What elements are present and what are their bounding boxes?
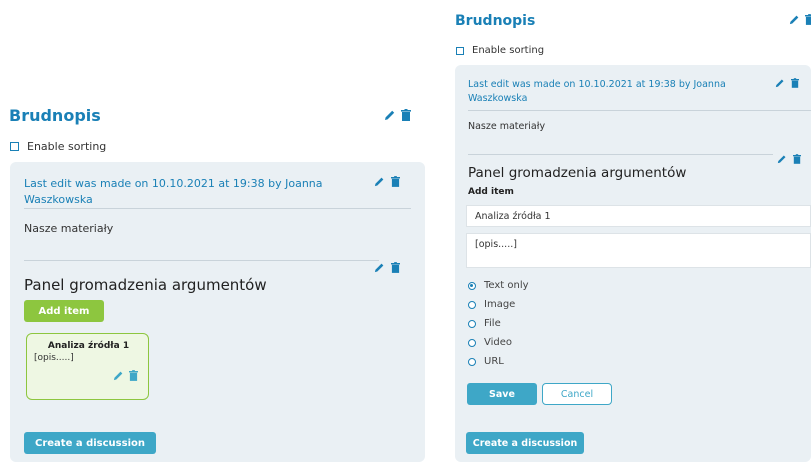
left-panel: Brudnopis Enable sorting Last edit was m… xyxy=(0,0,435,462)
pencil-icon[interactable] xyxy=(374,176,385,187)
page-title: Brudnopis xyxy=(455,13,536,29)
radio-file[interactable]: File xyxy=(468,318,501,329)
pencil-icon[interactable] xyxy=(775,78,785,88)
divider xyxy=(468,154,773,155)
trash-icon[interactable] xyxy=(793,154,801,164)
pencil-icon[interactable] xyxy=(777,154,787,164)
board-card: Last edit was made on 10.10.2021 at 19:3… xyxy=(455,65,811,462)
radio-label: File xyxy=(484,318,501,329)
last-edit-text: Last edit was made on 10.10.2021 at 19:3… xyxy=(24,177,323,206)
create-discussion-button[interactable]: Create a discussion xyxy=(24,432,156,454)
cancel-button[interactable]: Cancel xyxy=(542,383,612,405)
divider xyxy=(24,208,411,209)
trash-icon[interactable] xyxy=(391,176,400,187)
radio-button[interactable] xyxy=(468,300,476,309)
divider xyxy=(24,260,379,261)
right-panel: Brudnopis Enable sorting Last edit was m… xyxy=(445,0,811,462)
radio-button[interactable] xyxy=(468,319,476,328)
edit-actions xyxy=(374,176,400,187)
pencil-icon[interactable] xyxy=(384,109,396,121)
item-card[interactable]: Analiza źródła 1 [opis.....] xyxy=(26,333,149,400)
sorting-label: Enable sorting xyxy=(27,140,107,153)
trash-icon[interactable] xyxy=(791,78,799,88)
enable-sorting[interactable]: Enable sorting xyxy=(456,45,544,56)
item-actions xyxy=(113,370,138,381)
panel-actions xyxy=(374,262,400,273)
radio-label: Video xyxy=(484,337,513,348)
trash-icon[interactable] xyxy=(401,109,411,121)
radio-image[interactable]: Image xyxy=(468,299,515,310)
pencil-icon[interactable] xyxy=(374,262,385,273)
sorting-label: Enable sorting xyxy=(472,45,545,56)
radio-button[interactable] xyxy=(468,281,476,290)
create-discussion-button[interactable]: Create a discussion xyxy=(466,432,584,454)
page-title: Brudnopis xyxy=(9,106,101,125)
radio-label: Image xyxy=(484,299,516,310)
enable-sorting[interactable]: Enable sorting xyxy=(10,140,106,153)
radio-button[interactable] xyxy=(468,357,476,366)
panel-title: Panel gromadzenia argumentów xyxy=(468,165,687,181)
edit-actions xyxy=(775,78,799,88)
add-item-label: Add item xyxy=(468,187,514,197)
materials-text: Nasze materiały xyxy=(24,222,114,235)
materials-text: Nasze materiały xyxy=(468,121,546,132)
divider xyxy=(468,110,811,111)
trash-icon[interactable] xyxy=(391,262,400,273)
radio-button[interactable] xyxy=(468,338,476,347)
save-button[interactable]: Save xyxy=(467,383,537,405)
sorting-checkbox[interactable] xyxy=(10,142,19,151)
radio-text-only[interactable]: Text only xyxy=(468,280,529,291)
item-description: [opis.....] xyxy=(34,353,74,363)
radio-url[interactable]: URL xyxy=(468,356,504,367)
pencil-icon[interactable] xyxy=(789,14,800,25)
trash-icon[interactable] xyxy=(805,14,811,25)
radio-video[interactable]: Video xyxy=(468,337,512,348)
radio-label: Text only xyxy=(484,280,529,291)
last-edit-text: Last edit was made on 10.10.2021 at 19:3… xyxy=(468,79,726,104)
title-actions xyxy=(789,14,811,25)
item-description-textarea[interactable]: [opis.....] xyxy=(466,233,811,268)
sorting-checkbox[interactable] xyxy=(456,46,464,55)
panel-title: Panel gromadzenia argumentów xyxy=(24,276,267,294)
panel-actions xyxy=(777,154,801,164)
radio-label: URL xyxy=(484,356,504,367)
pencil-icon[interactable] xyxy=(113,370,124,381)
title-actions xyxy=(384,109,411,121)
item-title: Analiza źródła 1 xyxy=(47,341,130,351)
add-item-button[interactable]: Add item xyxy=(24,300,104,322)
item-title-input[interactable]: Analiza źródła 1 xyxy=(466,205,811,227)
trash-icon[interactable] xyxy=(129,370,138,381)
board-card: Last edit was made on 10.10.2021 at 19:3… xyxy=(10,162,425,462)
